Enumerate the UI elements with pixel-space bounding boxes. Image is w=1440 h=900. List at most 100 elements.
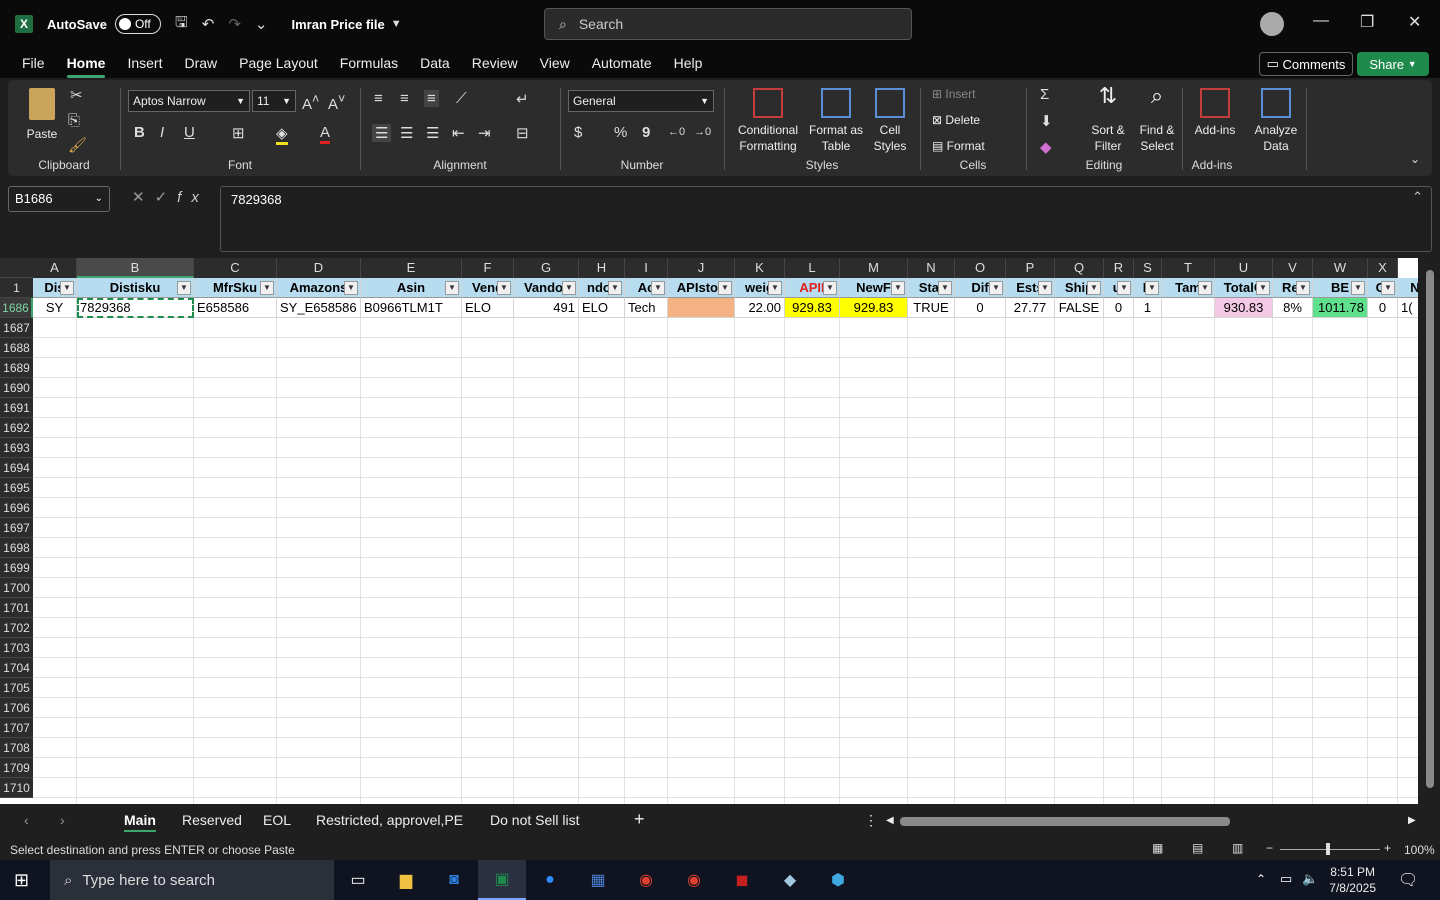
formula-input[interactable]: 7829368 ⌃ — [220, 186, 1432, 252]
menu-automate[interactable]: Automate — [592, 55, 652, 71]
data-cell[interactable]: 929.83 — [785, 298, 840, 318]
scroll-thumb[interactable] — [1426, 270, 1434, 788]
analyze-data-button[interactable]: Analyze Data — [1248, 88, 1304, 154]
data-cell[interactable]: E658586 — [194, 298, 277, 318]
increase-decimal-icon[interactable]: ←0 — [668, 126, 685, 138]
row-header[interactable]: 1702 — [0, 618, 33, 638]
prev-sheet-icon[interactable]: ‹ — [24, 812, 29, 828]
italic-button[interactable]: I — [160, 124, 164, 141]
chrome-profile-icon[interactable]: ◉ — [670, 860, 718, 900]
align-left-icon[interactable]: ☰ — [372, 124, 392, 142]
filter-dropdown-icon[interactable]: ▼ — [651, 281, 665, 295]
header-cell[interactable]: Dis ▼ — [33, 278, 77, 298]
column-header[interactable]: P — [1006, 258, 1055, 278]
sheet-tab[interactable]: Reserved — [182, 812, 242, 828]
underline-button[interactable]: U — [184, 124, 195, 141]
scroll-left-icon[interactable]: ◀ — [886, 815, 894, 826]
customize-qat-icon[interactable]: ⌄ — [255, 15, 268, 33]
column-header[interactable]: H — [579, 258, 625, 278]
filter-dropdown-icon[interactable]: ▼ — [260, 281, 274, 295]
sheet-tab[interactable]: Main — [124, 812, 156, 832]
font-color-icon[interactable]: A — [320, 124, 331, 144]
wrap-text-icon[interactable]: ↵ — [516, 90, 529, 108]
undo-icon[interactable]: ↶ — [202, 15, 215, 33]
data-cell[interactable]: 1( — [1398, 298, 1418, 318]
data-cell[interactable]: FALSE — [1055, 298, 1104, 318]
align-top-icon[interactable]: ≡ — [374, 90, 383, 107]
restore-icon[interactable]: ❐ — [1360, 12, 1374, 32]
row-header[interactable]: 1688 — [0, 338, 33, 358]
filter-dropdown-icon[interactable]: ▼ — [989, 281, 1003, 295]
user-avatar[interactable] — [1260, 12, 1284, 36]
select-all-corner[interactable] — [0, 258, 33, 278]
chrome-icon[interactable]: ◉ — [622, 860, 670, 900]
column-header[interactable]: G — [514, 258, 579, 278]
filezilla-icon[interactable]: ◼ — [718, 860, 766, 900]
filter-dropdown-icon[interactable]: ▼ — [1117, 281, 1131, 295]
data-cell[interactable]: 930.83 — [1215, 298, 1273, 318]
header-cell[interactable]: Asin ▼ — [361, 278, 462, 298]
align-center-icon[interactable]: ☰ — [400, 124, 413, 142]
horizontal-scrollbar[interactable] — [900, 817, 1230, 826]
zoom-level[interactable]: 100% — [1404, 843, 1435, 857]
filter-dropdown-icon[interactable]: ▼ — [1296, 281, 1310, 295]
close-icon[interactable]: ✕ — [1408, 12, 1421, 32]
menu-draw[interactable]: Draw — [184, 55, 217, 71]
zoom-in-icon[interactable]: + — [1384, 841, 1391, 855]
delete-cells-button[interactable]: ⊠ Delete — [932, 112, 980, 128]
filter-dropdown-icon[interactable]: ▼ — [1198, 281, 1212, 295]
excel-taskbar-icon[interactable]: ▣ — [478, 860, 526, 900]
header-cell[interactable]: TotalC ▼ — [1215, 278, 1273, 298]
header-cell[interactable]: APIstoc ▼ — [668, 278, 735, 298]
format-painter-icon[interactable]: 🖌 — [68, 136, 87, 154]
app-icon[interactable]: ◆ — [766, 860, 814, 900]
filter-dropdown-icon[interactable]: ▼ — [60, 281, 74, 295]
zoom-slider[interactable] — [1280, 849, 1380, 850]
align-bottom-icon[interactable]: ≡ — [424, 90, 439, 107]
row-header[interactable]: 1693 — [0, 438, 33, 458]
decrease-decimal-icon[interactable]: →0 — [694, 126, 711, 138]
addins-button[interactable]: Add-ins — [1188, 88, 1242, 138]
task-view-icon[interactable]: ▭ — [334, 860, 382, 900]
chevron-down-icon[interactable]: ▼ — [391, 18, 402, 30]
header-cell[interactable]: APII ▼ — [785, 278, 840, 298]
row-header[interactable]: 1704 — [0, 658, 33, 678]
filter-dropdown-icon[interactable]: ▼ — [823, 281, 837, 295]
filter-dropdown-icon[interactable]: ▼ — [1145, 281, 1159, 295]
data-cell[interactable]: SY — [33, 298, 77, 318]
share-button[interactable]: Share ▼ — [1357, 52, 1429, 76]
format-cells-button[interactable]: ▤ Format — [932, 138, 985, 154]
data-cell[interactable]: 7829368 — [77, 298, 194, 318]
header-cell[interactable]: Vend ▼ — [462, 278, 514, 298]
menu-review[interactable]: Review — [472, 55, 518, 71]
sheet-tab[interactable]: Do not Sell list — [490, 812, 579, 828]
notifications-icon[interactable]: 🗨 — [1398, 870, 1418, 890]
column-header[interactable]: B — [77, 258, 194, 278]
column-header[interactable]: I — [625, 258, 668, 278]
conditional-formatting-button[interactable]: Conditional Formatting — [730, 88, 806, 154]
data-cell[interactable]: B0966TLM1T — [361, 298, 462, 318]
row-header[interactable]: 1696 — [0, 498, 33, 518]
network-icon[interactable]: ▭ — [1280, 871, 1292, 887]
row-header[interactable]: 1690 — [0, 378, 33, 398]
comma-button[interactable]: 9 — [642, 124, 650, 141]
column-header[interactable]: T — [1162, 258, 1215, 278]
outlook-icon[interactable]: ◙ — [430, 860, 478, 900]
data-cell[interactable]: 1 — [1134, 298, 1162, 318]
header-cell[interactable]: Ac ▼ — [625, 278, 668, 298]
column-header[interactable]: K — [735, 258, 785, 278]
paste-button[interactable]: Paste — [22, 88, 62, 142]
zoom-out-icon[interactable]: − — [1266, 841, 1273, 855]
orientation-icon[interactable]: ⟋ — [456, 90, 467, 107]
column-header[interactable]: W — [1313, 258, 1368, 278]
column-header[interactable]: A — [33, 258, 77, 278]
column-header[interactable]: F — [462, 258, 514, 278]
add-sheet-icon[interactable]: + — [634, 809, 645, 830]
filter-dropdown-icon[interactable]: ▼ — [891, 281, 905, 295]
filter-dropdown-icon[interactable]: ▼ — [608, 281, 622, 295]
cell-styles-button[interactable]: Cell Styles — [866, 88, 914, 154]
row-header[interactable]: 1703 — [0, 638, 33, 658]
cut-icon[interactable]: ✂ — [70, 86, 83, 104]
column-header[interactable]: V — [1273, 258, 1313, 278]
row-header[interactable]: 1706 — [0, 698, 33, 718]
